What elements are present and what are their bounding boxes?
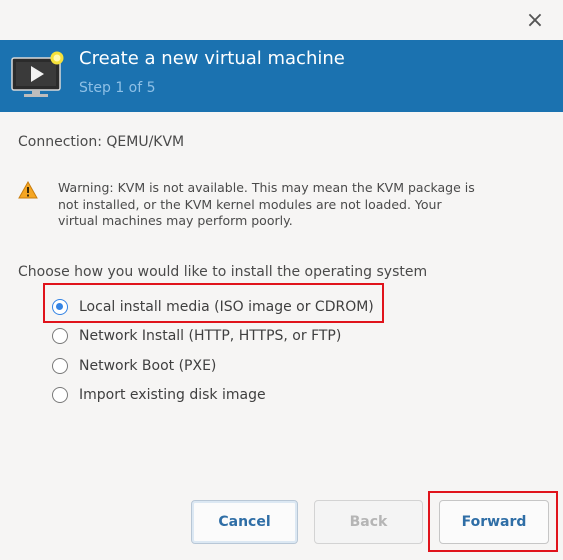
radio-label: Network Install (HTTP, HTTPS, or FTP) bbox=[79, 328, 342, 345]
virtual-machine-icon bbox=[11, 51, 64, 97]
highlight-box-forward bbox=[428, 491, 558, 552]
new-vm-dialog: × Create a new virtual machine Step 1 of… bbox=[0, 0, 563, 560]
radio-network-install[interactable]: Network Install (HTTP, HTTPS, or FTP) bbox=[52, 322, 374, 352]
radio-button[interactable] bbox=[52, 357, 68, 374]
radio-label: Network Boot (PXE) bbox=[79, 357, 217, 374]
warning-icon bbox=[18, 181, 38, 199]
kvm-warning-text: Warning: KVM is not available. This may … bbox=[58, 180, 475, 228]
close-button[interactable]: × bbox=[523, 7, 547, 33]
close-icon: × bbox=[525, 7, 545, 33]
connection-label: Connection: QEMU/KVM bbox=[18, 134, 185, 150]
radio-button[interactable] bbox=[52, 328, 68, 345]
radio-label: Import existing disk image bbox=[79, 387, 266, 404]
dialog-title: Create a new virtual machine bbox=[79, 48, 345, 69]
radio-button[interactable] bbox=[52, 387, 68, 404]
dialog-header: Create a new virtual machine Step 1 of 5 bbox=[0, 40, 563, 112]
step-indicator: Step 1 of 5 bbox=[79, 80, 156, 96]
install-method-label: Choose how you would like to install the… bbox=[18, 264, 428, 280]
back-button[interactable]: Back bbox=[314, 500, 423, 544]
radio-network-boot[interactable]: Network Boot (PXE) bbox=[52, 351, 374, 381]
cancel-button[interactable]: Cancel bbox=[191, 500, 298, 544]
highlight-box-local-install bbox=[43, 283, 384, 323]
radio-import-disk-image[interactable]: Import existing disk image bbox=[52, 381, 374, 411]
